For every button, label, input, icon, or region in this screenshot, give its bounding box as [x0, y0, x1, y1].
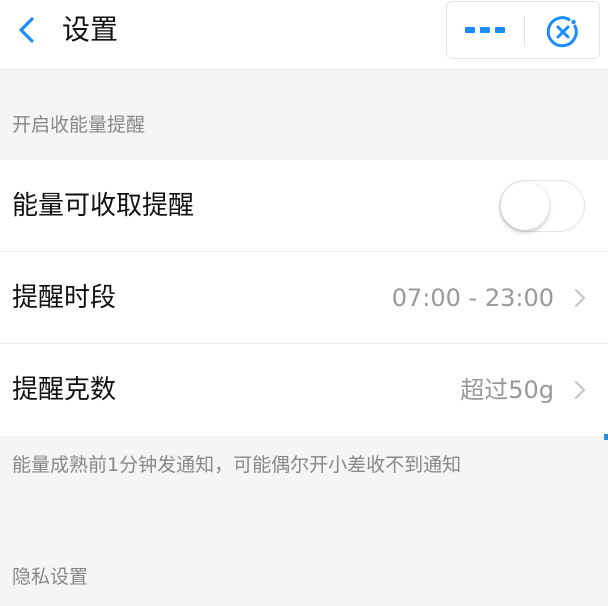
row-reminder-grams[interactable]: 提醒克数 超过50g — [0, 344, 608, 436]
mini-program-capsule — [446, 1, 600, 59]
section-header-reminder: 开启收能量提醒 — [12, 114, 146, 136]
page-title: 设置 — [62, 13, 119, 46]
close-button[interactable] — [525, 2, 601, 58]
reminder-grams-value: 超过50g — [460, 376, 554, 404]
reminder-settings-card: 能量可收取提醒 提醒时段 07:00 - 23:00 提醒克数 超过50g — [0, 160, 608, 436]
back-button[interactable] — [8, 10, 48, 50]
row-label: 提醒克数 — [12, 375, 117, 405]
section-header-privacy: 隐私设置 — [12, 566, 89, 588]
more-dots-icon — [465, 27, 505, 33]
reminder-period-value: 07:00 - 23:00 — [391, 284, 554, 312]
chevron-right-icon — [575, 381, 585, 399]
chevron-left-icon — [19, 17, 34, 43]
scroll-indicator — [604, 434, 608, 440]
row-reminder-period[interactable]: 提醒时段 07:00 - 23:00 — [0, 252, 608, 344]
reminder-note: 能量成熟前1分钟发通知，可能偶尔开小差收不到通知 — [12, 454, 462, 476]
row-label: 提醒时段 — [12, 283, 117, 313]
toggle-knob — [501, 182, 549, 230]
row-label: 能量可收取提醒 — [12, 191, 195, 221]
close-circle-icon — [546, 16, 578, 48]
row-energy-reminder: 能量可收取提醒 — [0, 160, 608, 252]
settings-screen: 设置 开启收能量提醒 能量可收取提醒 提醒时段 07:00 - 23:00 提醒… — [0, 0, 608, 606]
energy-reminder-toggle[interactable] — [499, 180, 585, 232]
nav-bar: 设置 — [0, 0, 608, 70]
more-button[interactable] — [447, 2, 523, 58]
chevron-right-icon — [575, 289, 585, 307]
